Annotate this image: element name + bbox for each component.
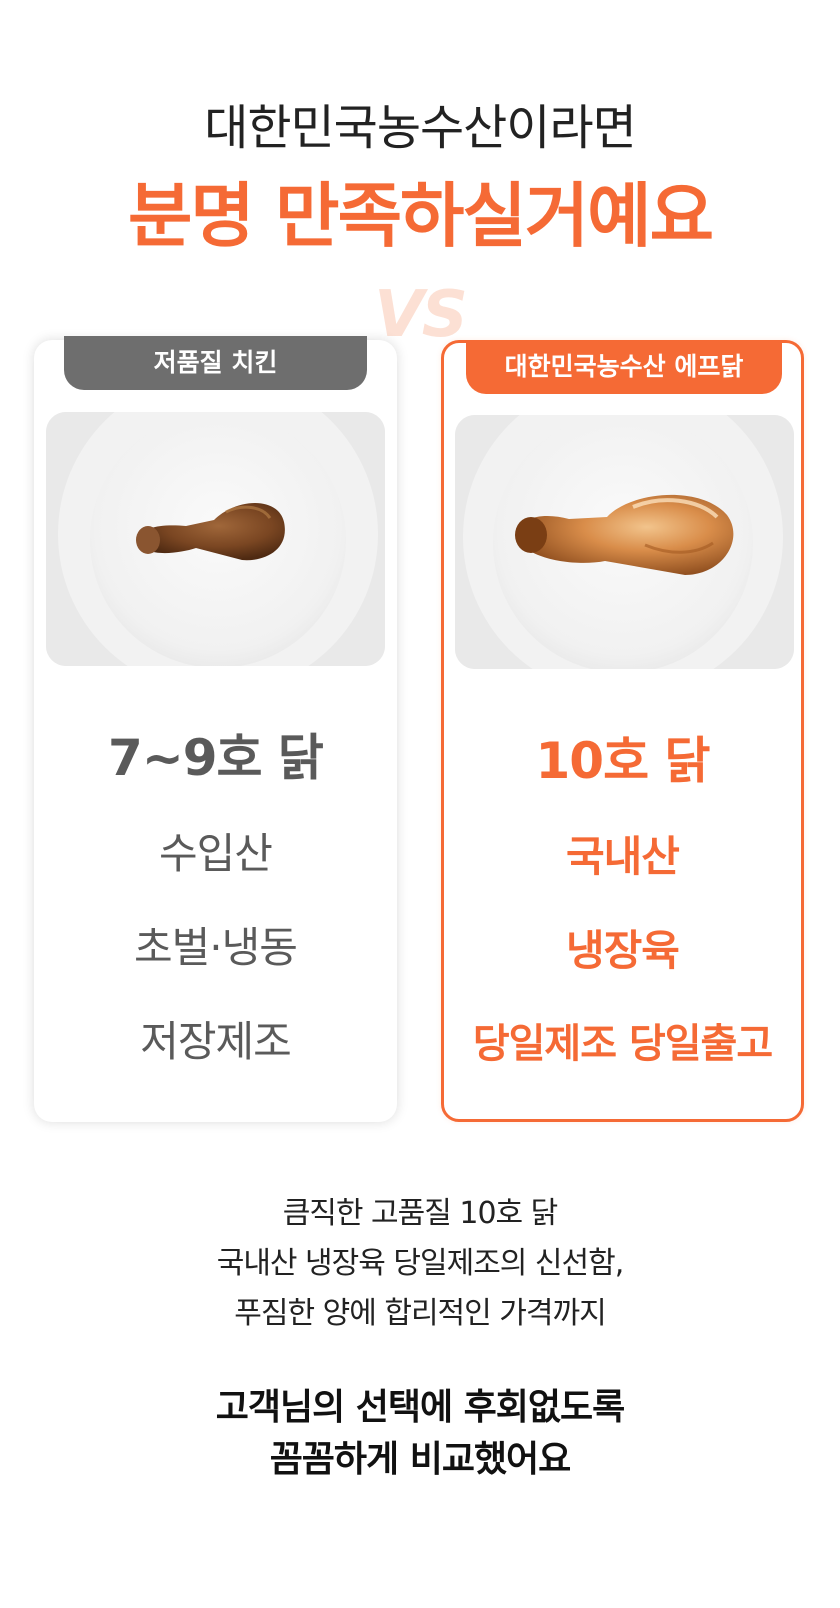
closing-line: 꼼꼼하게 비교했어요	[269, 1439, 572, 1480]
chicken-plate-image	[46, 412, 385, 666]
left-line-size: 7~9호 닭	[108, 729, 324, 787]
fdak-chicken-card: 대한민국농수산 에프닭 10호 닭 국내산 냉장육 당일제조 당일출고	[441, 340, 804, 1122]
left-line-origin: 수입산	[159, 829, 273, 878]
right-line-production: 당일제조 당일출고	[472, 1021, 773, 1067]
left-line-production: 저장제조	[140, 1017, 292, 1066]
low-quality-chicken-card: 저품질 치킨 7~9호 닭 수입산 초벌·냉동 저장제조	[34, 336, 397, 1122]
right-line-origin: 국내산	[566, 832, 680, 881]
closing-line: 고객님의 선택에 후회없도록	[215, 1387, 626, 1428]
right-line-storage: 냉장육	[566, 926, 680, 975]
header-title: 분명 만족하실거예요	[128, 175, 714, 257]
description-line: 큼직한 고품질 10호 닭	[282, 1196, 559, 1231]
right-line-size: 10호 닭	[535, 732, 711, 790]
chicken-plate-image	[455, 415, 794, 669]
description-line: 푸짐한 양에 합리적인 가격까지	[234, 1296, 606, 1331]
card-tab-fdak: 대한민국농수산 에프닭	[466, 340, 782, 394]
comparison-page: 대한민국농수산이라면 분명 만족하실거예요 VS 저품질 치킨 7~9호 닭 수…	[0, 0, 840, 1608]
description-line: 국내산 냉장육 당일제조의 신선함,	[216, 1246, 625, 1281]
chicken-drumstick-small-icon	[46, 412, 385, 666]
card-tab-low-quality: 저품질 치킨	[64, 336, 367, 390]
chicken-drumstick-large-icon	[455, 415, 794, 669]
left-line-storage: 초벌·냉동	[134, 923, 298, 972]
header-subtitle: 대한민국농수산이라면	[204, 100, 637, 156]
